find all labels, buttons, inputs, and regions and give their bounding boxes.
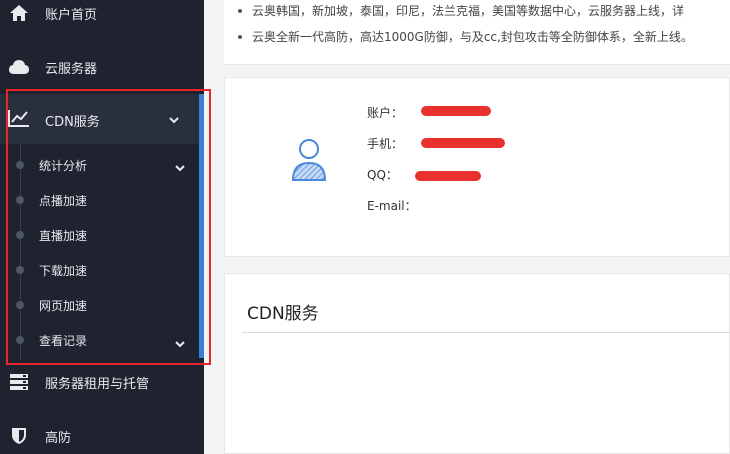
- submenu-item-label: 网页加速: [39, 299, 88, 313]
- submenu-item-label: 统计分析: [39, 159, 88, 173]
- phone-label: 手机：: [367, 137, 404, 151]
- home-icon: [8, 3, 30, 23]
- chart-line-icon: [8, 108, 30, 128]
- submenu-item-label: 下载加速: [39, 264, 88, 278]
- submenu-item-vod-acceleration[interactable]: 点播加速: [0, 186, 204, 216]
- sidebar-item-ddos-protection[interactable]: 高防: [0, 419, 204, 453]
- announcement-panel: 云奥韩国，新加坡，泰国，印尼，法兰克福，美国等数据中心，云服务器上线，详 云奥全…: [224, 0, 730, 65]
- redaction-mark: [421, 106, 491, 116]
- sidebar-item-label: 云服务器: [45, 61, 98, 77]
- sidebar-item-label: CDN服务: [45, 115, 100, 130]
- sidebar: 账户首页 云服务器 CDN服务 统计分析 点播加速 直播加速 下载加速 网页加速…: [0, 0, 211, 454]
- redaction-mark: [421, 138, 505, 148]
- redaction-mark: [415, 171, 481, 181]
- sidebar-item-account-home[interactable]: 账户首页: [0, 0, 204, 30]
- shield-icon: [8, 426, 30, 446]
- account-info-card: 账户： 手机： QQ： E-mail：: [224, 77, 730, 257]
- bullet-dot-icon: [16, 231, 24, 239]
- chevron-down-icon[interactable]: [169, 115, 179, 125]
- title-divider: [242, 332, 730, 333]
- bullet-dot-icon: [238, 9, 242, 13]
- sidebar-item-label: 高防: [45, 430, 72, 446]
- submenu-item-live-acceleration[interactable]: 直播加速: [0, 221, 204, 251]
- user-avatar-icon: [291, 139, 327, 181]
- cdn-service-panel: CDN服务: [224, 273, 730, 454]
- cdn-submenu: 统计分析 点播加速 直播加速 下载加速 网页加速 查看记录: [0, 144, 204, 360]
- bullet-dot-icon: [16, 301, 24, 309]
- submenu-item-label: 直播加速: [39, 229, 88, 243]
- account-label: 账户：: [367, 106, 404, 120]
- bullet-dot-icon: [16, 266, 24, 274]
- submenu-item-web-acceleration[interactable]: 网页加速: [0, 291, 204, 321]
- submenu-item-label: 查看记录: [39, 334, 88, 348]
- panel-title: CDN服务: [247, 304, 319, 324]
- sidebar-item-label: 服务器租用与托管: [45, 376, 150, 392]
- server-icon: [8, 372, 30, 392]
- announcement-text: 云奥全新一代高防，高达1000G防御，与及cc,封包攻击等全防御体系，全新上线。: [252, 30, 693, 44]
- sidebar-item-label: 账户首页: [45, 7, 98, 23]
- email-label: E-mail：: [367, 199, 417, 213]
- cloud-icon: [8, 57, 30, 77]
- sidebar-item-cdn-service[interactable]: CDN服务: [0, 94, 204, 144]
- bullet-dot-icon: [16, 196, 24, 204]
- submenu-item-label: 点播加速: [39, 194, 88, 208]
- chevron-down-icon[interactable]: [175, 163, 185, 173]
- bullet-dot-icon: [16, 336, 24, 344]
- submenu-item-download-acceleration[interactable]: 下载加速: [0, 256, 204, 286]
- chevron-down-icon[interactable]: [175, 339, 185, 349]
- qq-label: QQ：: [367, 168, 398, 182]
- announcement-text: 云奥韩国，新加坡，泰国，印尼，法兰克福，美国等数据中心，云服务器上线，详: [252, 4, 685, 18]
- bullet-dot-icon: [16, 161, 24, 169]
- sidebar-item-server-hosting[interactable]: 服务器租用与托管: [0, 365, 204, 399]
- submenu-item-view-records[interactable]: 查看记录: [0, 326, 204, 356]
- sidebar-item-cloud-server[interactable]: 云服务器: [0, 50, 204, 84]
- submenu-item-statistics[interactable]: 统计分析: [0, 151, 204, 181]
- bullet-dot-icon: [238, 35, 242, 39]
- active-menu-accent-bar: [199, 94, 204, 358]
